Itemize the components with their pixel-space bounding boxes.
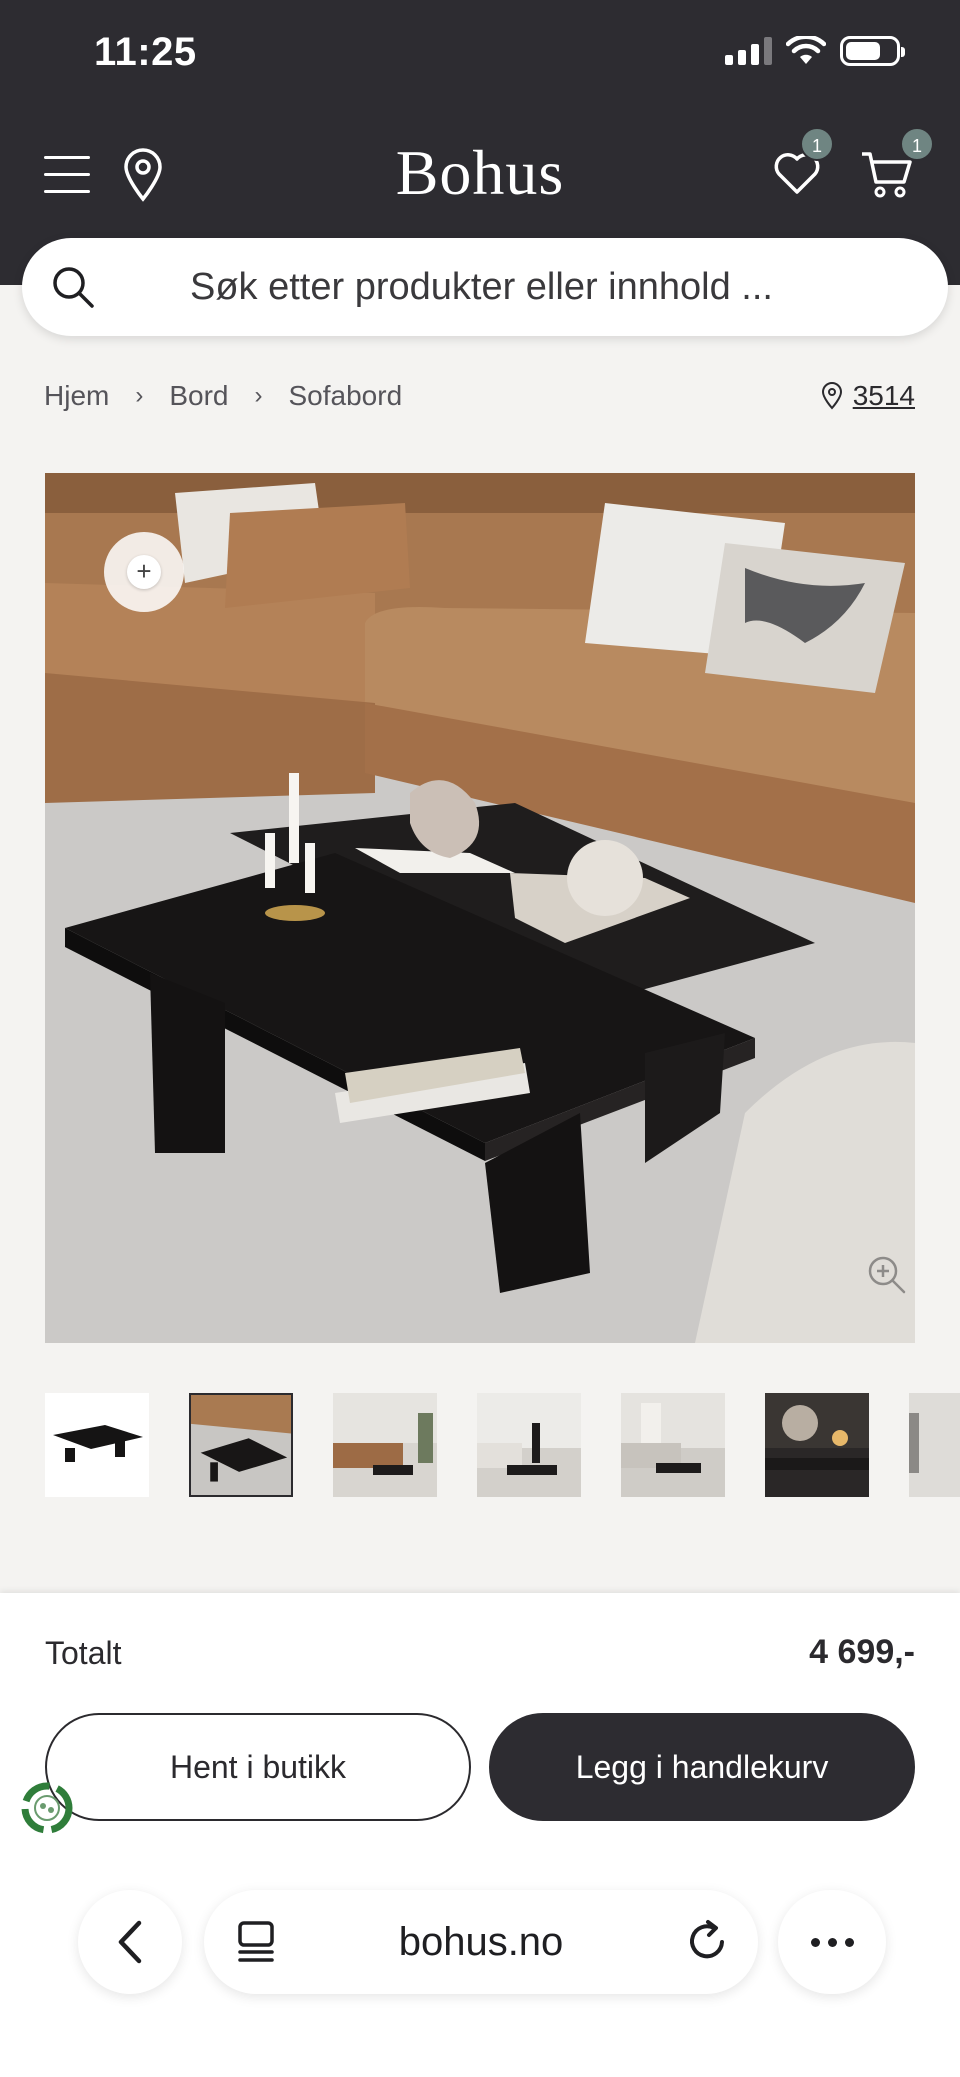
more-dot-icon <box>827 1937 837 1947</box>
more-dot-icon <box>844 1937 854 1947</box>
wishlist-count-badge: 1 <box>800 127 834 161</box>
breadcrumb: Hjem › Bord › Sofabord <box>44 380 402 412</box>
browser-address-bar[interactable]: bohus.no <box>204 1890 758 1994</box>
chevron-right-icon: › <box>135 382 144 409</box>
browser-url[interactable]: bohus.no <box>204 1920 758 1965</box>
chevron-left-icon <box>118 1920 142 1964</box>
total-price: 4 699,- <box>809 1633 915 1671</box>
thumbnail-5[interactable] <box>621 1393 725 1497</box>
cellular-signal-icon <box>725 37 772 65</box>
status-time: 11:25 <box>94 30 197 74</box>
breadcrumb-item-bord[interactable]: Bord <box>169 380 228 412</box>
search-icon <box>53 267 94 308</box>
reload-icon[interactable] <box>686 1918 730 1964</box>
thumbnail-2[interactable] <box>189 1393 293 1497</box>
plus-icon: + <box>127 555 161 589</box>
thumbnail-strip <box>45 1393 960 1501</box>
breadcrumb-item-sofabord[interactable]: Sofabord <box>289 380 403 412</box>
status-bar: 11:25 <box>0 0 960 110</box>
zoom-icon[interactable] <box>866 1254 908 1296</box>
search-bar <box>22 238 948 336</box>
browser-more-button[interactable] <box>778 1890 886 1994</box>
wifi-icon <box>786 36 826 64</box>
browser-back-button[interactable] <box>78 1890 182 1994</box>
thumbnail-3[interactable] <box>333 1393 437 1497</box>
nav-row: Bohus 1 1 <box>0 127 960 220</box>
battery-icon <box>840 36 905 66</box>
pickup-in-store-button[interactable]: Hent i butikk <box>45 1713 471 1821</box>
browser-toolbar: bohus.no <box>0 1890 960 2000</box>
breadcrumb-item-home[interactable]: Hjem <box>44 380 109 412</box>
add-to-room-button[interactable]: + <box>104 532 184 612</box>
chevron-right-icon: › <box>254 382 263 409</box>
thumbnail-7[interactable] <box>909 1393 960 1497</box>
thumbnail-1[interactable] <box>45 1393 149 1497</box>
add-to-cart-button[interactable]: Legg i handlekurv <box>489 1713 915 1821</box>
thumbnail-4[interactable] <box>477 1393 581 1497</box>
status-icons <box>725 36 905 66</box>
purchase-panel: Totalt 4 699,- Hent i butikk Legg i hand… <box>0 1593 960 2077</box>
product-main-image[interactable] <box>45 473 915 1343</box>
eco-recycle-icon[interactable] <box>14 1775 80 1841</box>
store-number[interactable]: 3514 <box>853 380 915 412</box>
search-input[interactable] <box>22 265 948 309</box>
product-photo <box>45 473 915 1343</box>
store-selector[interactable]: 3514 <box>821 380 915 412</box>
thumbnail-6[interactable] <box>765 1393 869 1497</box>
cart-count-badge: 1 <box>900 127 934 161</box>
location-pin-icon <box>821 382 842 410</box>
total-label: Totalt <box>45 1635 122 1671</box>
more-dot-icon <box>810 1937 820 1947</box>
